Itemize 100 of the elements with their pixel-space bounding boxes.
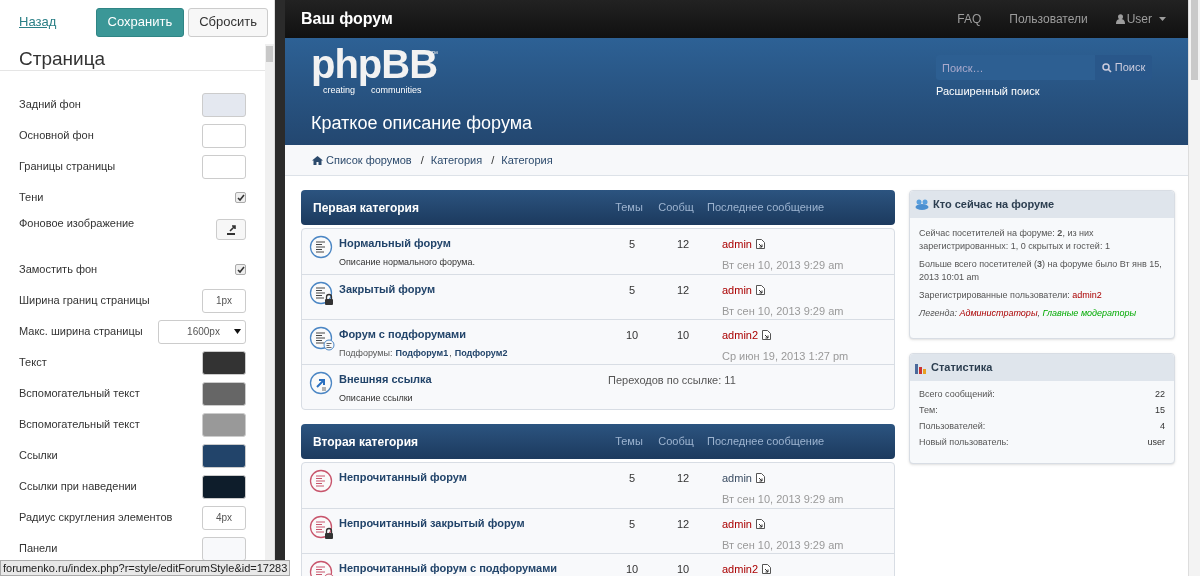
last-post-icon[interactable] <box>755 519 765 530</box>
last-post-time: Вт сен 10, 2013 9:29 am <box>722 491 844 507</box>
setting-label: Ссылки при наведении <box>19 479 137 495</box>
online-text: Больше всего посетителей (3) на форуме было Вт янв 15, 2013 10:01 am <box>919 258 1163 284</box>
breadcrumb-separator: / <box>491 152 495 168</box>
color-swatch[interactable] <box>202 474 246 499</box>
forum-title[interactable]: Внешняя ссылка <box>339 371 604 388</box>
section-title: Страница <box>19 49 106 68</box>
forum-title[interactable]: Нормальный форум <box>339 235 604 252</box>
column-header: Сообщ <box>657 200 695 216</box>
column-header: Темы <box>614 434 644 450</box>
color-swatch[interactable] <box>202 536 246 561</box>
forum-title[interactable]: Непрочитанный форум с подфорумами <box>339 560 604 576</box>
topic-count: 5 <box>627 237 637 252</box>
post-count: 12 <box>675 517 691 532</box>
column-header: Последнее сообщение <box>706 200 825 216</box>
author-link[interactable]: admin2 <box>722 561 759 576</box>
setting-label: Вспомогательный текст <box>19 417 140 433</box>
stat-value: 22 <box>1155 388 1165 402</box>
author-link[interactable]: admin <box>722 236 752 253</box>
post-count: 10 <box>675 562 691 576</box>
last-post-icon[interactable] <box>762 330 772 341</box>
color-swatch[interactable] <box>202 154 246 179</box>
author-link[interactable]: admin <box>722 470 752 487</box>
setting-label: Границы страницы <box>19 159 116 175</box>
column-header: Последнее сообщение <box>706 434 825 450</box>
back-link[interactable]: Назад <box>19 12 57 32</box>
subforum-link[interactable]: Подфорум1 <box>395 346 449 360</box>
setting-label: Вспомогательный текст <box>19 386 140 402</box>
color-swatch[interactable] <box>202 92 246 117</box>
text-field[interactable]: 1px <box>202 288 246 313</box>
subforum-link[interactable]: Подфорум2 <box>454 346 508 360</box>
forum-title[interactable]: Форум с подфорумами <box>339 326 604 343</box>
last-post-time: Вт сен 10, 2013 9:29 am <box>722 537 844 553</box>
breadcrumb-link[interactable]: Категория <box>430 151 483 169</box>
author-link[interactable]: admin <box>722 516 752 533</box>
user-icon <box>1115 14 1125 24</box>
color-swatch[interactable] <box>202 443 246 468</box>
stat-label: Пользователей: <box>919 420 986 434</box>
online-text: Сейчас посетителей на форуме: 2, из них зарегистрированных: 1, 0 скрытых и гостей: 1 <box>919 227 1111 253</box>
stat-value: user <box>1147 436 1165 450</box>
advanced-search-link[interactable]: Расширенный поиск <box>936 83 1152 100</box>
column-header: Сообщ <box>657 434 695 450</box>
author-link[interactable]: admin2 <box>722 327 759 344</box>
user-link[interactable]: admin2 <box>1072 290 1102 300</box>
author-link[interactable]: admin <box>722 282 752 299</box>
forum-description: Описание нормального форума. <box>339 255 476 269</box>
registered-users-text: Зарегистрированные пользователи: admin2 <box>919 289 1103 302</box>
caret-icon <box>234 329 241 334</box>
last-post-icon[interactable] <box>755 239 765 250</box>
color-swatch[interactable] <box>202 381 246 406</box>
user-menu[interactable]: User <box>1115 10 1166 28</box>
last-post-icon[interactable] <box>755 285 765 296</box>
caret-icon <box>1159 17 1166 21</box>
upload-button[interactable] <box>216 219 246 240</box>
home-icon <box>312 155 323 165</box>
setting-label: Макс. ширина страницы <box>19 324 143 340</box>
setting-label: Текст <box>19 355 47 371</box>
setting-label: Основной фон <box>19 128 94 144</box>
search-button[interactable]: Поиск <box>1095 55 1152 80</box>
nav-link[interactable]: FAQ <box>957 10 982 28</box>
reset-button[interactable]: Сбросить <box>188 7 268 37</box>
checkbox[interactable] <box>235 192 246 203</box>
breadcrumb-link[interactable]: Категория <box>501 151 553 169</box>
legend-text: Легенда: Администраторы, Главные модераторы <box>919 307 1138 320</box>
search-icon <box>1101 62 1112 73</box>
post-count: 12 <box>675 237 691 252</box>
color-swatch[interactable] <box>202 350 246 375</box>
forum-title[interactable]: Непрочитанный закрытый форум <box>339 515 604 532</box>
topic-count: 5 <box>627 471 637 486</box>
post-count: 12 <box>675 283 691 298</box>
users-icon <box>915 199 929 210</box>
last-post-icon[interactable] <box>762 564 772 575</box>
breadcrumb-separator: / <box>420 152 424 168</box>
checkbox[interactable] <box>235 264 246 275</box>
status-tooltip: forumenko.ru/index.php?r=style/editForumStyle&id=17283 <box>0 560 291 576</box>
stat-label: Новый пользователь: <box>919 436 1009 450</box>
search-field[interactable]: Поиск… <box>936 55 1095 80</box>
category-title[interactable]: Первая категория <box>313 198 605 217</box>
text-field[interactable]: 4px <box>202 505 246 530</box>
last-post-icon[interactable] <box>755 473 765 484</box>
setting-label: Замостить фон <box>19 262 98 278</box>
page-scrollbar[interactable] <box>1188 0 1200 576</box>
color-swatch[interactable] <box>202 123 246 148</box>
setting-label: Панели <box>19 541 58 557</box>
category-title[interactable]: Вторая категория <box>313 432 605 451</box>
setting-label: Задний фон <box>19 97 81 113</box>
color-swatch[interactable] <box>202 412 246 437</box>
forum-description: Краткое описание форума <box>311 112 533 135</box>
nav-link[interactable]: Пользователи <box>1009 10 1088 28</box>
forum-title[interactable]: Непрочитанный форум <box>339 469 604 486</box>
forum-title[interactable]: Закрытый форум <box>339 281 604 298</box>
group-link[interactable]: Администраторы <box>959 308 1038 318</box>
post-count: 12 <box>675 471 691 486</box>
topic-count: 10 <box>624 562 640 576</box>
dropdown[interactable]: 1600px <box>158 319 246 344</box>
last-post-time: Вт сен 10, 2013 9:29 am <box>722 303 844 319</box>
breadcrumb-link[interactable]: Список форумов <box>312 151 412 169</box>
forum-title[interactable]: Ваш форум <box>301 7 393 31</box>
stat-label: Всего сообщений: <box>919 388 995 402</box>
